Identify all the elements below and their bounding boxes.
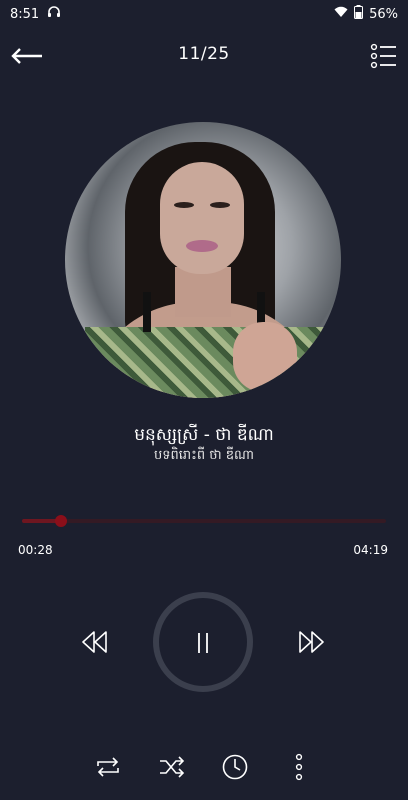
song-title: មនុស្សស្រី - ថា ឌីណា [134, 425, 274, 445]
repeat-button[interactable] [93, 752, 123, 782]
seek-bar[interactable] [22, 515, 386, 527]
shuffle-icon [160, 756, 185, 778]
album-art [65, 122, 341, 398]
seek-bar-thumb[interactable] [55, 515, 68, 527]
clock-icon [222, 754, 248, 780]
battery-percent: 56% [369, 6, 398, 22]
total-time: 04:19 [353, 543, 388, 557]
headphones-icon [47, 6, 61, 22]
previous-icon [82, 631, 107, 653]
battery-icon [354, 5, 364, 23]
song-artist: បទពិរោះពី ថា ឌីណា [154, 448, 254, 463]
playlist-button[interactable] [370, 42, 398, 70]
player-screen: 8:51 56% 11/25 មនុស្សស្រី - ថា ឌីណា បទពិ… [0, 0, 408, 800]
next-button[interactable] [296, 628, 326, 656]
pause-button[interactable] [153, 592, 253, 692]
more-options-button[interactable] [284, 752, 314, 782]
track-counter: 11/25 [178, 44, 230, 64]
elapsed-time: 00:28 [18, 543, 53, 557]
top-bar: 11/25 [0, 36, 408, 76]
pause-icon [198, 633, 208, 653]
repeat-icon [97, 757, 119, 777]
playlist-icon [370, 43, 396, 69]
next-icon [299, 631, 324, 653]
status-bar: 8:51 56% [0, 0, 408, 28]
previous-button[interactable] [80, 628, 110, 656]
sleep-timer-button[interactable] [220, 752, 250, 782]
more-vertical-icon [295, 753, 303, 781]
shuffle-button[interactable] [157, 752, 187, 782]
wifi-icon [334, 6, 348, 22]
status-left: 8:51 [10, 6, 61, 22]
status-time: 8:51 [10, 6, 40, 22]
status-right: 56% [334, 5, 398, 23]
